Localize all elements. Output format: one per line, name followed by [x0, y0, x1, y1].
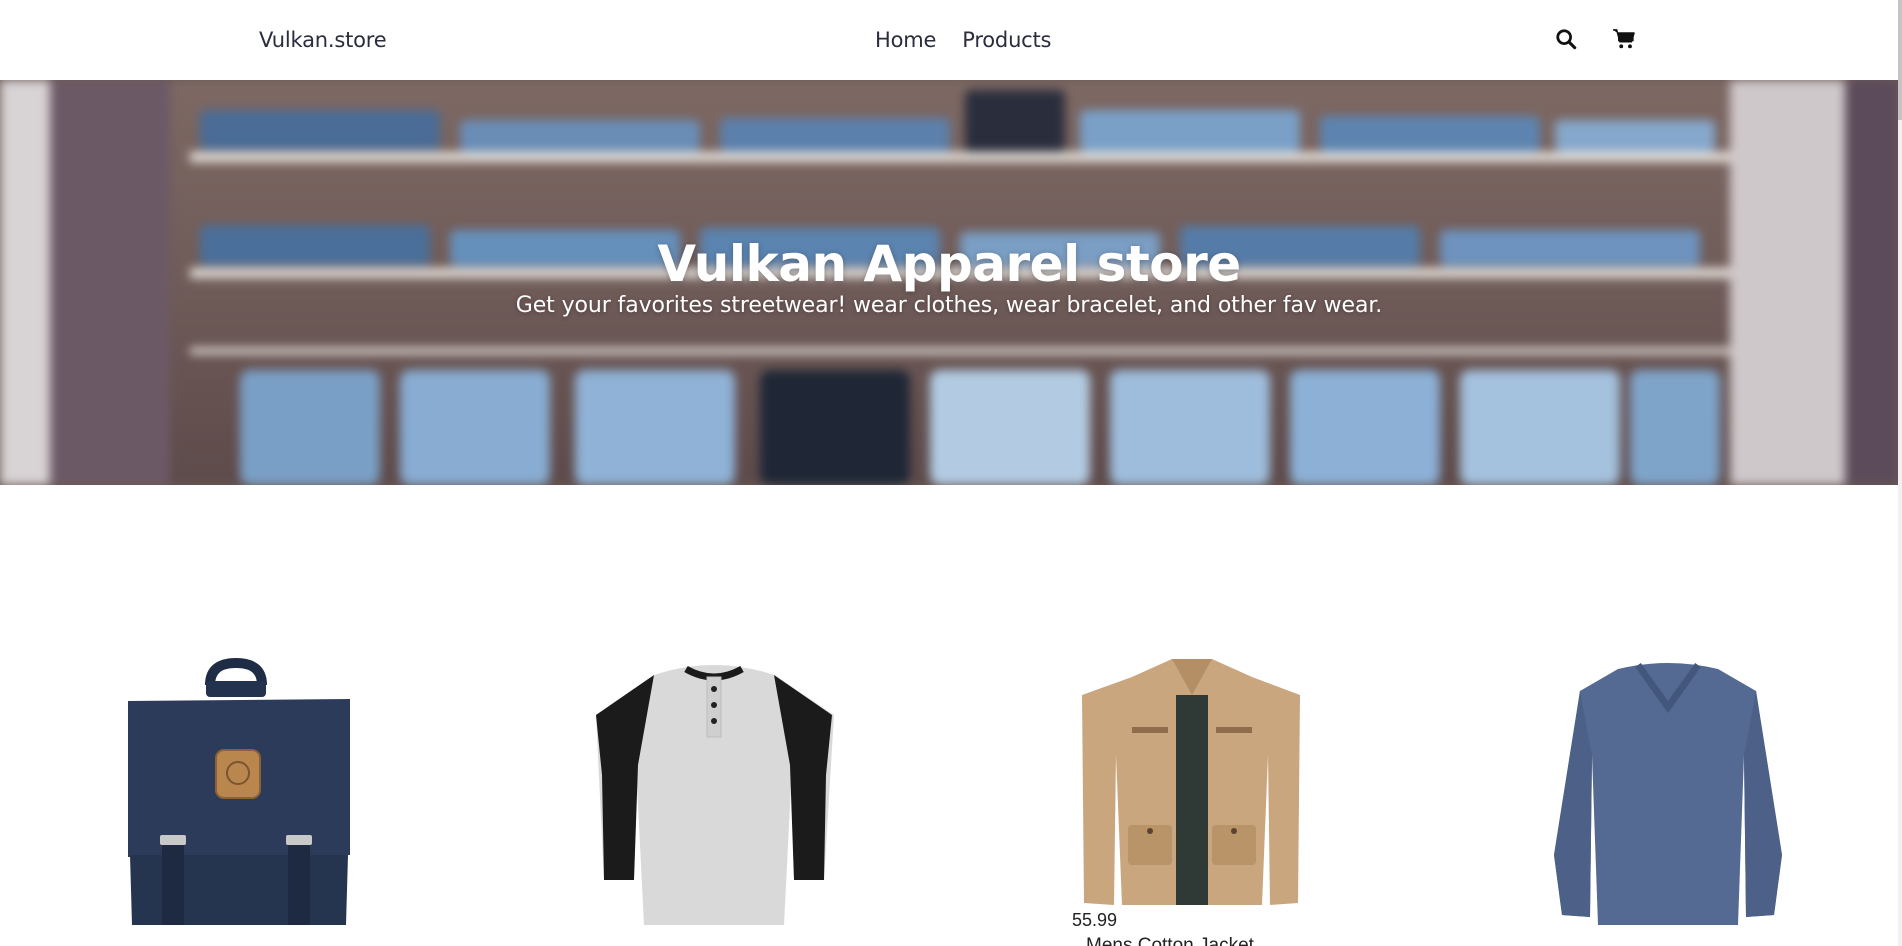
nav-link-products[interactable]: Products [962, 28, 1051, 52]
product-name: Mens Cotton Jacket [1086, 935, 1254, 946]
product-card-henley-shirt[interactable] [594, 655, 834, 946]
product-image-cotton-jacket [1082, 659, 1300, 905]
product-grid: 55.99 Mens Cotton Jacket [0, 485, 1898, 946]
hero-banner: Vulkan Apparel store Get your favorites … [0, 80, 1898, 485]
product-price: 55.99 [1072, 910, 1118, 930]
product-image-v-neck-shirt [1554, 662, 1782, 925]
scrollbar[interactable] [1898, 0, 1902, 946]
scrollbar-thumb[interactable] [1898, 0, 1902, 120]
hero-title: Vulkan Apparel store [657, 235, 1241, 293]
product-image-henley-shirt [596, 665, 834, 925]
product-card-v-neck-shirt[interactable] [1548, 655, 1788, 946]
product-image-backpack [128, 657, 350, 925]
product-card-cotton-jacket[interactable]: 55.99 Mens Cotton Jacket [1072, 655, 1312, 946]
nav-links: Home Products [875, 28, 1077, 52]
navbar: Vulkan.store Home Products [0, 0, 1902, 80]
nav-link-home[interactable]: Home [875, 28, 936, 52]
brand-logo-link[interactable]: Vulkan.store [259, 28, 387, 52]
page: Vulkan.store Home Products Vulkan Appare… [0, 0, 1902, 946]
product-card-backpack[interactable] [118, 655, 358, 946]
search-icon[interactable] [1553, 26, 1579, 52]
cart-icon[interactable] [1611, 26, 1637, 52]
hero-subtitle: Get your favorites streetwear! wear clot… [515, 293, 1383, 318]
nav-icons [1553, 26, 1637, 52]
